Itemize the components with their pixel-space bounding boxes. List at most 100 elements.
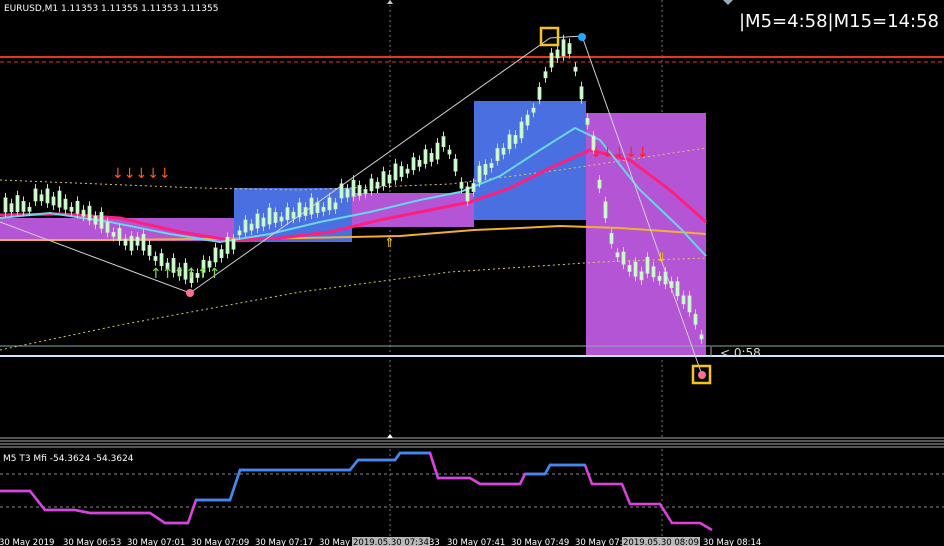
bull-candle[interactable] bbox=[567, 43, 572, 54]
bull-candle[interactable] bbox=[531, 107, 536, 113]
bull-candle[interactable] bbox=[3, 197, 8, 213]
bull-candle[interactable] bbox=[399, 166, 404, 177]
bull-candle[interactable] bbox=[93, 215, 98, 225]
bull-candle[interactable] bbox=[651, 266, 656, 278]
bull-candle[interactable] bbox=[519, 121, 524, 139]
bull-candle[interactable] bbox=[27, 206, 32, 212]
bull-candle[interactable] bbox=[663, 271, 668, 285]
bull-candle[interactable] bbox=[645, 256, 650, 274]
bull-candle[interactable] bbox=[579, 86, 584, 100]
bull-candle[interactable] bbox=[585, 118, 590, 125]
bull-candle[interactable] bbox=[675, 281, 680, 297]
bull-candle[interactable] bbox=[429, 152, 434, 162]
bull-candle[interactable] bbox=[213, 247, 218, 263]
bull-candle[interactable] bbox=[153, 256, 158, 261]
bull-candle[interactable] bbox=[225, 236, 230, 254]
bull-candle[interactable] bbox=[657, 275, 662, 281]
bull-candle[interactable] bbox=[471, 183, 476, 192]
bull-candle[interactable] bbox=[99, 211, 104, 229]
bull-candle[interactable] bbox=[603, 201, 608, 219]
bull-candle[interactable] bbox=[369, 178, 374, 192]
bull-candle[interactable] bbox=[387, 174, 392, 184]
bull-candle[interactable] bbox=[111, 231, 116, 237]
bull-candle[interactable] bbox=[375, 181, 380, 189]
bull-candle[interactable] bbox=[501, 147, 506, 155]
bull-candle[interactable] bbox=[699, 334, 704, 340]
bull-candle[interactable] bbox=[129, 235, 134, 251]
bull-candle[interactable] bbox=[693, 313, 698, 325]
bull-candle[interactable] bbox=[357, 185, 362, 196]
bull-candle[interactable] bbox=[423, 149, 428, 165]
bull-candle[interactable] bbox=[513, 134, 518, 144]
bull-candle[interactable] bbox=[219, 249, 224, 259]
bull-candle[interactable] bbox=[393, 163, 398, 181]
bull-candle[interactable] bbox=[435, 142, 440, 160]
bull-candle[interactable] bbox=[9, 203, 14, 213]
bull-candle[interactable] bbox=[621, 251, 626, 265]
indicator-pane[interactable] bbox=[0, 449, 944, 536]
bull-candle[interactable] bbox=[15, 195, 20, 213]
bull-candle[interactable] bbox=[279, 216, 284, 222]
bull-candle[interactable] bbox=[411, 157, 416, 171]
bull-candle[interactable] bbox=[123, 238, 128, 246]
chart-canvas[interactable]: ↓↓↓↓↓ ↑↑↑↑↑↑ ↓↓↓↓↓ ⇑ ⇓ < 0:58 EURUSD,M1 … bbox=[0, 0, 944, 546]
bull-candle[interactable] bbox=[303, 207, 308, 216]
bull-candle[interactable] bbox=[639, 271, 644, 281]
bull-candle[interactable] bbox=[309, 197, 314, 215]
bull-candle[interactable] bbox=[117, 228, 122, 241]
bull-candle[interactable] bbox=[381, 171, 386, 187]
bull-candle[interactable] bbox=[339, 183, 344, 199]
bull-candle[interactable] bbox=[297, 202, 302, 218]
bull-candle[interactable] bbox=[507, 134, 512, 150]
bull-candle[interactable] bbox=[525, 114, 530, 126]
bull-candle[interactable] bbox=[315, 202, 320, 214]
bull-candle[interactable] bbox=[597, 179, 602, 189]
bull-candle[interactable] bbox=[321, 206, 326, 212]
bull-candle[interactable] bbox=[327, 197, 332, 211]
bull-candle[interactable] bbox=[33, 188, 38, 202]
bull-candle[interactable] bbox=[555, 49, 560, 59]
bull-candle[interactable] bbox=[87, 205, 92, 221]
bull-candle[interactable] bbox=[21, 201, 26, 212]
bull-candle[interactable] bbox=[351, 179, 356, 197]
bull-candle[interactable] bbox=[447, 149, 452, 155]
bull-candle[interactable] bbox=[681, 295, 686, 305]
bull-candle[interactable] bbox=[561, 39, 566, 57]
bull-candle[interactable] bbox=[573, 66, 578, 72]
bull-candle[interactable] bbox=[81, 209, 86, 217]
bull-candle[interactable] bbox=[231, 238, 236, 250]
bull-candle[interactable] bbox=[159, 253, 164, 267]
bull-candle[interactable] bbox=[57, 190, 62, 208]
bull-candle[interactable] bbox=[273, 212, 278, 223]
bull-candle[interactable] bbox=[63, 198, 68, 210]
bull-candle[interactable] bbox=[669, 281, 674, 289]
bull-candle[interactable] bbox=[51, 196, 56, 206]
bull-candle[interactable] bbox=[345, 188, 350, 198]
bull-candle[interactable] bbox=[459, 181, 464, 189]
bull-candle[interactable] bbox=[135, 236, 140, 246]
bull-candle[interactable] bbox=[75, 200, 80, 214]
bull-candle[interactable] bbox=[615, 252, 620, 258]
bull-candle[interactable] bbox=[261, 217, 266, 227]
bull-candle[interactable] bbox=[105, 221, 110, 233]
bull-candle[interactable] bbox=[237, 230, 242, 236]
bull-candle[interactable] bbox=[333, 202, 338, 210]
bull-candle[interactable] bbox=[69, 206, 74, 212]
bull-candle[interactable] bbox=[249, 223, 254, 231]
bull-candle[interactable] bbox=[147, 244, 152, 256]
bull-candle[interactable] bbox=[243, 219, 248, 233]
bull-candle[interactable] bbox=[687, 295, 692, 313]
bull-candle[interactable] bbox=[453, 158, 458, 172]
bull-candle[interactable] bbox=[441, 136, 446, 148]
bull-candle[interactable] bbox=[39, 194, 44, 202]
bull-candle[interactable] bbox=[291, 211, 296, 219]
bull-candle[interactable] bbox=[45, 188, 50, 204]
bull-candle[interactable] bbox=[267, 207, 272, 225]
bull-candle[interactable] bbox=[483, 163, 488, 175]
bull-candle[interactable] bbox=[417, 159, 422, 167]
bull-candle[interactable] bbox=[477, 165, 482, 183]
bull-candle[interactable] bbox=[405, 168, 410, 174]
bull-candle[interactable] bbox=[489, 163, 494, 168]
bull-candle[interactable] bbox=[495, 148, 500, 162]
bull-candle[interactable] bbox=[255, 213, 260, 229]
